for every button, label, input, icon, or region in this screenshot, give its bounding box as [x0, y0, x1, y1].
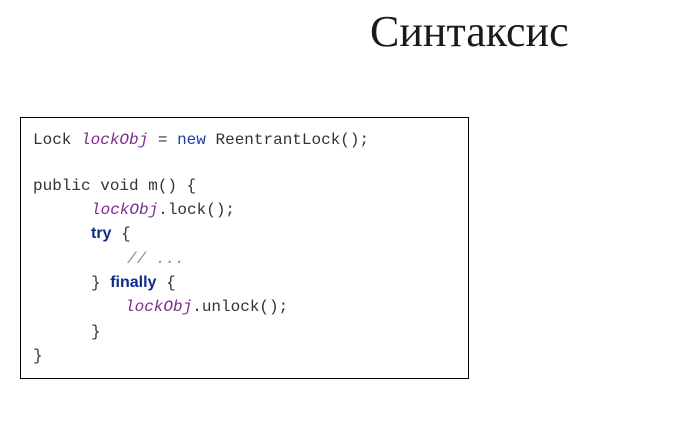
- code-line-comment: // ...: [127, 249, 185, 269]
- code-block: Lock lockObj = new ReentrantLock(); publ…: [20, 117, 469, 379]
- code-line-finally: } finally {: [91, 273, 176, 293]
- code-variable-lockobj: lockObj: [81, 131, 149, 149]
- code-line-try: try {: [91, 224, 131, 244]
- code-keyword-try: try: [91, 225, 112, 242]
- code-keyword-finally: finally: [110, 274, 157, 291]
- code-constructor-call: ReentrantLock();: [215, 131, 370, 149]
- code-brace-close: }: [91, 274, 101, 292]
- code-variable-lockobj: lockObj: [91, 201, 159, 219]
- code-brace-open: {: [166, 274, 176, 292]
- code-brace-open: {: [121, 225, 131, 243]
- code-variable-lockobj: lockObj: [125, 298, 193, 316]
- code-line-lock-declaration: Lock lockObj = new ReentrantLock();: [33, 130, 369, 150]
- code-line-finally-close: }: [91, 323, 101, 341]
- code-unlock-method: .unlock();: [192, 298, 289, 316]
- code-line-method-signature: public void m() {: [33, 177, 197, 195]
- code-line-unlock-call: lockObj.unlock();: [125, 297, 288, 317]
- slide-title: Синтаксис: [370, 7, 569, 56]
- code-line-method-close: }: [33, 347, 43, 365]
- code-type-lock: Lock: [33, 131, 72, 149]
- code-line-lock-call: lockObj.lock();: [91, 200, 235, 220]
- code-keyword-new: new: [177, 131, 206, 149]
- code-operator-assign: =: [157, 131, 168, 149]
- code-lock-method: .lock();: [158, 201, 236, 219]
- code-comment: // ...: [127, 250, 185, 268]
